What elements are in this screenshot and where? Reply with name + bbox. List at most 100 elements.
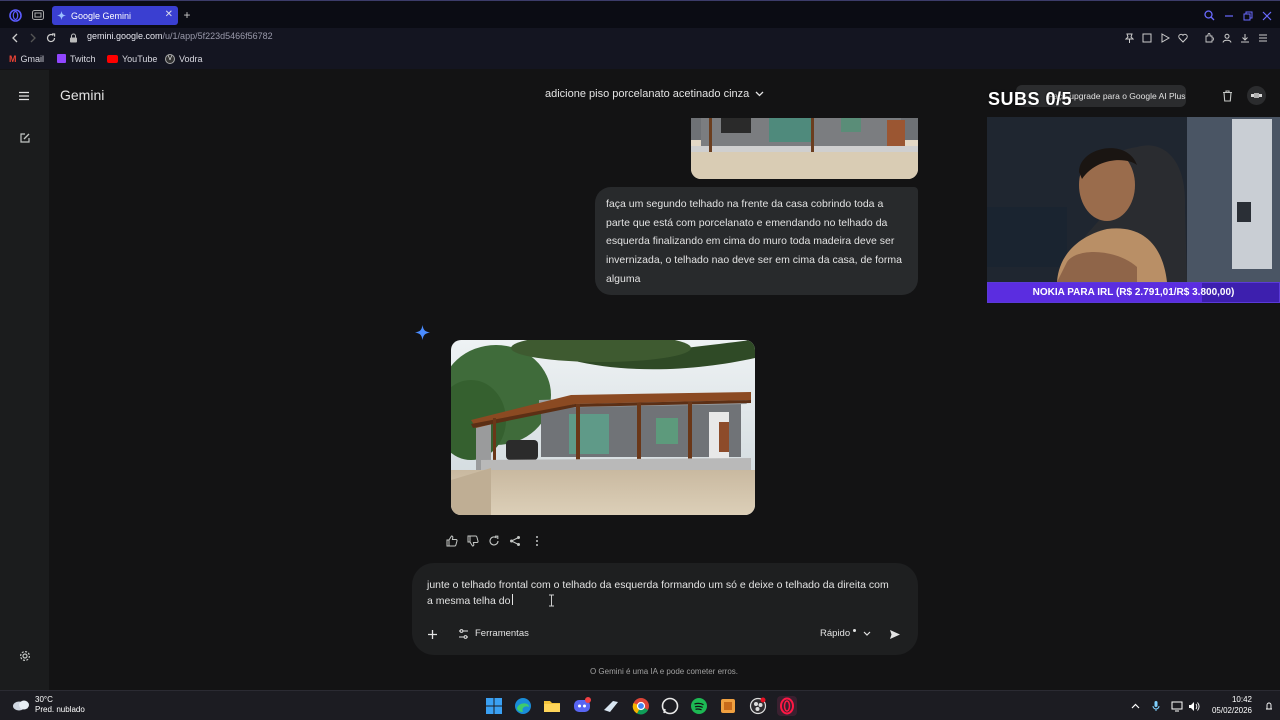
tab-islands-icon[interactable] — [31, 8, 45, 22]
reload-icon[interactable] — [44, 31, 58, 45]
file-explorer-icon[interactable] — [542, 696, 562, 716]
opera-gx-icon[interactable] — [777, 696, 797, 716]
clock-date: 05/02/2026 — [1211, 706, 1252, 715]
send-icon[interactable] — [888, 627, 902, 641]
url-path: /u/1/app/5f223d5466f56782 — [162, 31, 273, 41]
menu-easy-setup-icon[interactable] — [1256, 31, 1270, 45]
forward-icon[interactable] — [26, 31, 40, 45]
settings-gear-icon[interactable] — [18, 649, 32, 663]
pin-icon[interactable] — [1122, 31, 1136, 45]
thumbs-down-icon[interactable] — [466, 534, 480, 548]
bookmark-twitch[interactable]: Twitch — [57, 51, 96, 66]
back-icon[interactable] — [8, 31, 22, 45]
steam-icon[interactable] — [601, 696, 621, 716]
subs-goal-overlay: SUBS 0/5 — [988, 89, 1072, 110]
bookmark-label: Twitch — [70, 53, 96, 64]
mode-selector[interactable]: Rápido — [820, 628, 871, 639]
disclaimer-text: O Gemini é uma IA e pode cometer erros. — [589, 667, 739, 676]
app-title[interactable]: Gemini — [60, 87, 104, 103]
search-tabs-icon[interactable] — [1202, 8, 1216, 22]
conversation-title-text: adicione piso porcelanato acetinado cinz… — [545, 88, 750, 100]
minimize-icon[interactable] — [1222, 9, 1236, 23]
microphone-icon[interactable] — [1149, 699, 1163, 713]
more-options-icon[interactable] — [530, 534, 544, 548]
conversation-title[interactable]: adicione piso porcelanato acetinado cinz… — [545, 88, 764, 100]
bookmark-gmail[interactable]: M Gmail — [9, 51, 44, 66]
url-text[interactable]: gemini.google.com/u/1/app/5f223d5466f567… — [87, 31, 273, 41]
spotify-icon[interactable] — [689, 696, 709, 716]
game-launcher-icon[interactable] — [718, 696, 738, 716]
browser-tab-bar: Google Gemini ✕ + — [0, 0, 1280, 28]
weather-description: Pred. nublado — [35, 705, 85, 714]
address-bar: gemini.google.com/u/1/app/5f223d5466f567… — [0, 28, 1280, 48]
cloud-icon — [12, 699, 30, 711]
tools-label: Ferramentas — [475, 628, 529, 639]
windows-start-icon[interactable] — [484, 696, 504, 716]
display-icon[interactable] — [1170, 699, 1184, 713]
text-cursor-ibeam-icon — [548, 594, 555, 607]
prompt-input-box[interactable]: junte o telhado frontal com o telhado da… — [412, 563, 918, 655]
mode-dot-icon — [853, 629, 857, 632]
volume-icon[interactable] — [1187, 699, 1201, 713]
restore-icon[interactable] — [1241, 9, 1255, 23]
delete-chat-icon[interactable] — [1220, 89, 1234, 103]
tray-chevron-up-icon[interactable] — [1128, 699, 1142, 713]
snapshot-icon[interactable] — [1140, 31, 1154, 45]
clock-time: 10:42 — [1231, 695, 1252, 704]
chevron-down-icon — [755, 91, 764, 97]
prompt-input-text: junte o telhado frontal com o telhado da… — [427, 579, 889, 607]
new-tab-icon[interactable]: + — [180, 8, 194, 22]
chevron-down-icon — [863, 631, 871, 636]
webcam-overlay — [987, 117, 1280, 282]
youtube-icon — [107, 54, 118, 63]
previous-generated-image[interactable] — [691, 118, 918, 179]
bookmark-vodra[interactable]: V Vodra — [165, 51, 203, 66]
chrome-icon[interactable] — [631, 696, 651, 716]
main-menu-icon[interactable] — [17, 89, 31, 103]
tab-google-gemini[interactable]: Google Gemini ✕ — [52, 6, 178, 25]
tab-title: Google Gemini — [71, 10, 132, 21]
opera-logo-icon[interactable] — [8, 8, 22, 22]
subs-count: 0/5 — [1045, 89, 1073, 109]
add-attachment-icon[interactable] — [425, 627, 439, 641]
windows-taskbar: 30°C Pred. nublado 10:42 05/02/2026 — [0, 690, 1280, 720]
system-clock[interactable]: 10:42 05/02/2026 — [1206, 694, 1252, 716]
donation-goal-text: NOKIA PARA IRL (R$ 2.791,01/R$ 3.800,00) — [1032, 287, 1235, 298]
share-icon[interactable] — [508, 534, 522, 548]
subs-label: SUBS — [988, 89, 1041, 109]
notifications-icon[interactable] — [1263, 697, 1275, 715]
mode-label: Rápido — [820, 628, 851, 639]
weather-temperature: 30°C — [35, 695, 53, 704]
generated-house-image[interactable] — [451, 340, 755, 515]
prompt-input[interactable]: junte o telhado frontal com o telhado da… — [427, 577, 897, 609]
whatsapp-icon[interactable] — [660, 696, 680, 716]
heart-icon[interactable] — [1176, 31, 1190, 45]
discord-icon[interactable] — [572, 696, 592, 716]
download-icon[interactable] — [1238, 31, 1252, 45]
close-tab-icon[interactable]: ✕ — [165, 9, 173, 20]
close-window-icon[interactable] — [1260, 9, 1274, 23]
text-caret — [512, 594, 514, 605]
bookmark-youtube[interactable]: YouTube — [107, 51, 157, 66]
bookmarks-bar: M Gmail Twitch YouTube V Vodra — [0, 48, 1280, 69]
vodra-icon: V — [165, 53, 175, 64]
thumbs-up-icon[interactable] — [445, 534, 459, 548]
player-icon[interactable] — [1158, 31, 1172, 45]
gemini-sparkle-icon — [415, 325, 430, 340]
regenerate-icon[interactable] — [487, 534, 501, 548]
weather-widget[interactable]: 30°C Pred. nublado — [12, 695, 85, 715]
gemini-tab-icon — [57, 11, 66, 20]
obs-studio-icon[interactable] — [748, 696, 768, 716]
tools-button[interactable]: Ferramentas — [458, 628, 529, 639]
lock-icon[interactable] — [66, 31, 80, 45]
account-avatar[interactable] — [1247, 86, 1266, 105]
user-message-bubble: faça um segundo telhado na frente da cas… — [595, 187, 918, 295]
new-chat-icon[interactable] — [18, 131, 32, 145]
profile-icon[interactable] — [1220, 31, 1234, 45]
edge-browser-icon[interactable] — [513, 696, 533, 716]
bookmark-label: YouTube — [122, 53, 158, 64]
tools-sliders-icon — [458, 628, 469, 639]
extensions-icon[interactable] — [1202, 31, 1216, 45]
bookmark-label: Gmail — [20, 53, 45, 64]
twitch-icon — [57, 54, 66, 63]
